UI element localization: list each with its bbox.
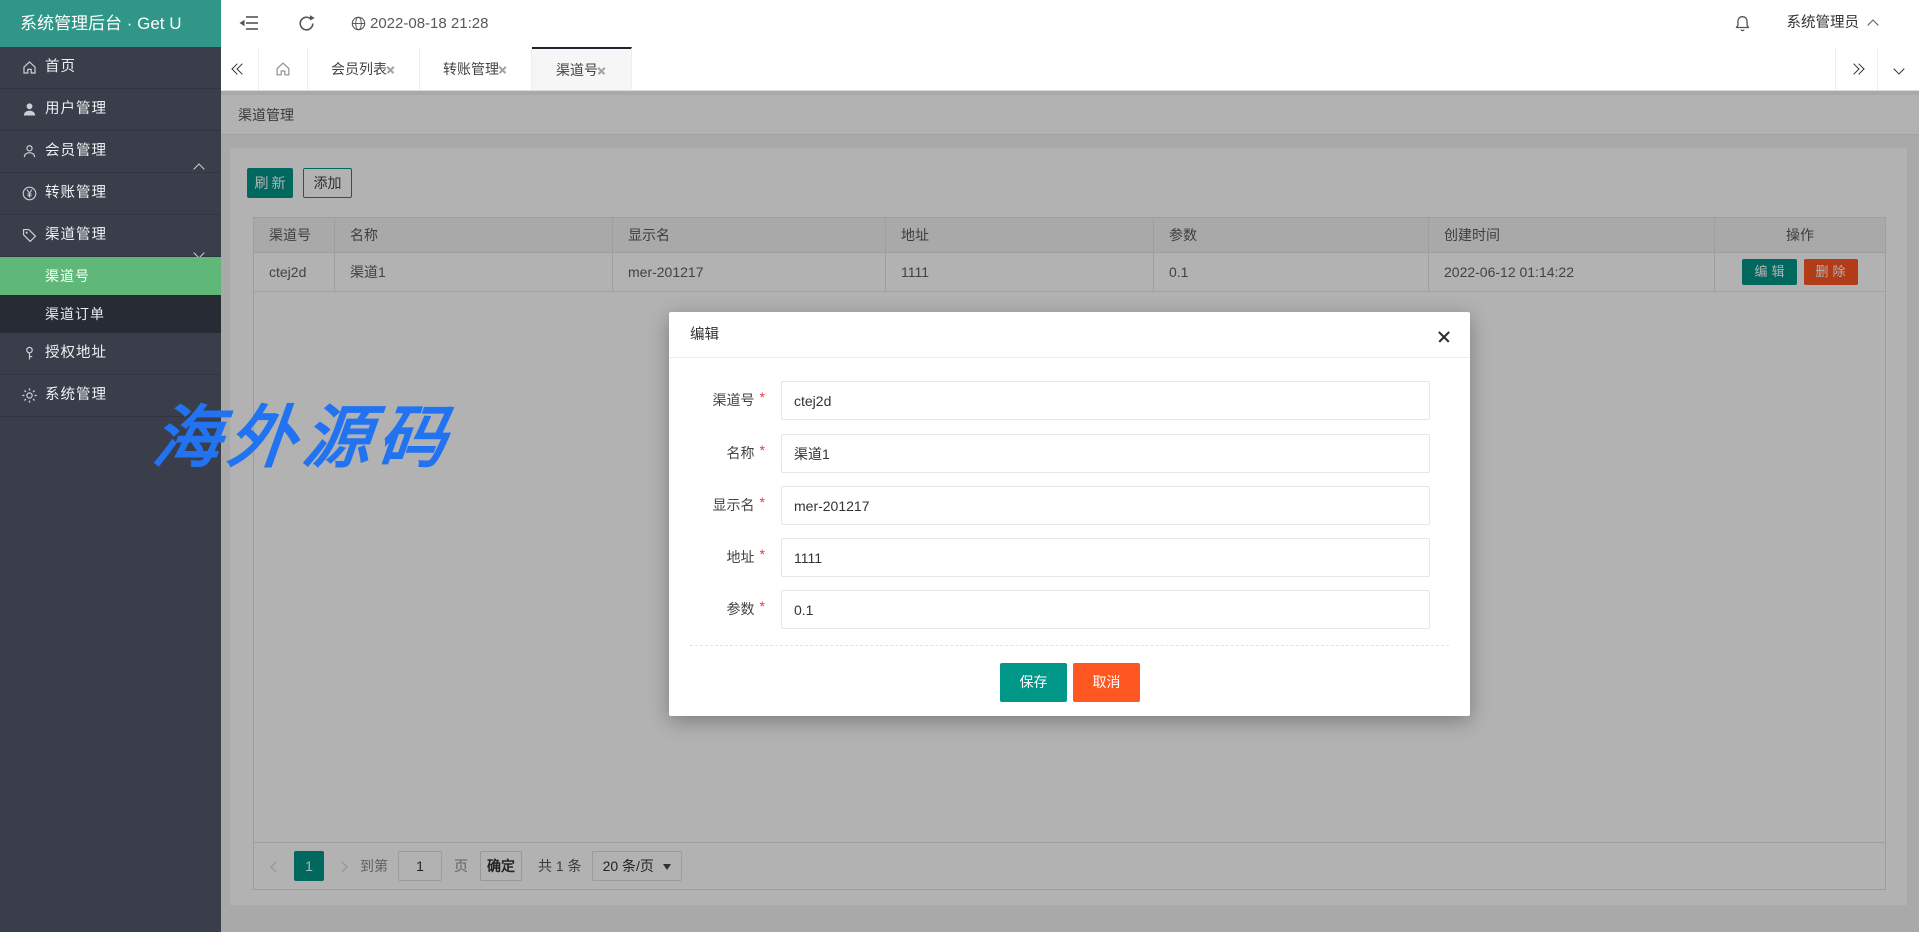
tab-member-list[interactable]: 会员列表: [308, 47, 420, 90]
tag-icon: [21, 227, 38, 244]
close-icon[interactable]: [1438, 329, 1452, 343]
sidebar-item-channel-management[interactable]: 渠道管理: [0, 215, 221, 257]
tab-label: 转账管理: [443, 59, 499, 79]
field-label: 显示名: [713, 497, 755, 513]
tabbar: 会员列表 转账管理 渠道号: [221, 47, 1919, 91]
tab-transfer-management[interactable]: 转账管理: [420, 47, 532, 90]
sidebar-item-authorized-address[interactable]: 授权地址: [0, 333, 221, 375]
form-field-address: 地址: [669, 538, 1470, 577]
sidebar-item-label: 转账管理: [45, 185, 107, 201]
home-icon: [274, 60, 292, 78]
sidebar-item-home[interactable]: 首页: [0, 47, 221, 89]
key-icon: [21, 345, 38, 362]
sidebar-item-label: 渠道管理: [45, 227, 107, 243]
required-asterisk: [760, 494, 765, 510]
field-label: 地址: [727, 549, 755, 565]
required-asterisk: [760, 442, 765, 458]
param-input[interactable]: [781, 590, 1430, 629]
username-text: 系统管理员: [1787, 0, 1860, 47]
required-asterisk: [760, 546, 765, 562]
chevron-up-icon: [195, 393, 203, 434]
sidebar-toggle-icon[interactable]: [238, 14, 260, 32]
field-label: 参数: [727, 601, 755, 617]
globe-icon: [350, 15, 367, 32]
sidebar-item-member-management[interactable]: 会员管理: [0, 131, 221, 173]
datetime-text: 2022-08-18 21:28: [370, 0, 488, 47]
sidebar-subitem-channel-orders[interactable]: 渠道订单: [0, 295, 221, 333]
sidebar: 系统管理后台 · Get U 首页 用户管理 会员管理 转账管理 渠道管理 渠道…: [0, 0, 221, 932]
bell-icon[interactable]: [1733, 14, 1752, 33]
close-icon[interactable]: [499, 64, 508, 73]
sidebar-subitem-channel-id[interactable]: 渠道号: [0, 257, 221, 295]
address-input[interactable]: [781, 538, 1430, 577]
chevron-down-icon: [1893, 63, 1904, 74]
edit-modal: 编辑 渠道号 名称 显示名 地址 参数 保存 取消: [669, 312, 1470, 716]
topbar: 2022-08-18 21:28 系统管理员: [221, 0, 1919, 47]
close-icon[interactable]: [598, 65, 607, 74]
sidebar-item-system-management[interactable]: 系统管理: [0, 375, 221, 417]
refresh-icon[interactable]: [297, 14, 316, 33]
form-field-name: 名称: [669, 434, 1470, 473]
field-label: 渠道号: [713, 392, 755, 408]
yen-circle-icon: [21, 185, 38, 202]
tabs-scroll-left-button[interactable]: [221, 47, 259, 90]
double-chevron-left-icon: [233, 65, 246, 73]
form-field-channel: 渠道号: [669, 381, 1470, 420]
home-icon: [21, 59, 38, 76]
tab-label: 渠道号: [556, 60, 598, 80]
tab-channel-id[interactable]: 渠道号: [532, 47, 632, 90]
tab-home[interactable]: [259, 47, 308, 90]
form-field-display-name: 显示名: [669, 486, 1470, 525]
tab-label: 会员列表: [331, 59, 387, 79]
chevron-up-icon: [1867, 19, 1878, 30]
display-name-input[interactable]: [781, 486, 1430, 525]
save-button[interactable]: 保存: [1000, 663, 1067, 702]
tabs-scroll-right-button[interactable]: [1835, 47, 1877, 90]
sidebar-item-user-management[interactable]: 用户管理: [0, 89, 221, 131]
footer-divider: [690, 645, 1449, 646]
sidebar-item-label: 会员管理: [45, 143, 107, 159]
sidebar-subitem-label: 渠道号: [45, 268, 90, 284]
user-menu[interactable]: 系统管理员: [1787, 0, 1878, 47]
sidebar-item-label: 系统管理: [45, 387, 107, 403]
member-icon: [21, 143, 38, 160]
name-input[interactable]: [781, 434, 1430, 473]
close-icon[interactable]: [387, 64, 396, 73]
form-field-param: 参数: [669, 590, 1470, 629]
sidebar-subitem-label: 渠道订单: [45, 306, 105, 322]
cancel-button[interactable]: 取消: [1073, 663, 1140, 702]
sidebar-item-label: 用户管理: [45, 101, 107, 117]
sidebar-item-label: 授权地址: [45, 345, 107, 361]
app-title: 系统管理后台 · Get U: [0, 0, 221, 47]
gear-icon: [21, 387, 38, 404]
double-chevron-right-icon: [1850, 65, 1863, 73]
tabs-menu-button[interactable]: [1877, 47, 1919, 90]
required-asterisk: [760, 389, 765, 405]
user-icon: [21, 101, 38, 118]
modal-title: 编辑: [669, 312, 1470, 358]
channel-id-input[interactable]: [781, 381, 1430, 420]
field-label: 名称: [727, 445, 755, 461]
sidebar-item-label: 首页: [45, 59, 76, 75]
required-asterisk: [760, 598, 765, 614]
sidebar-item-transfer-management[interactable]: 转账管理: [0, 173, 221, 215]
